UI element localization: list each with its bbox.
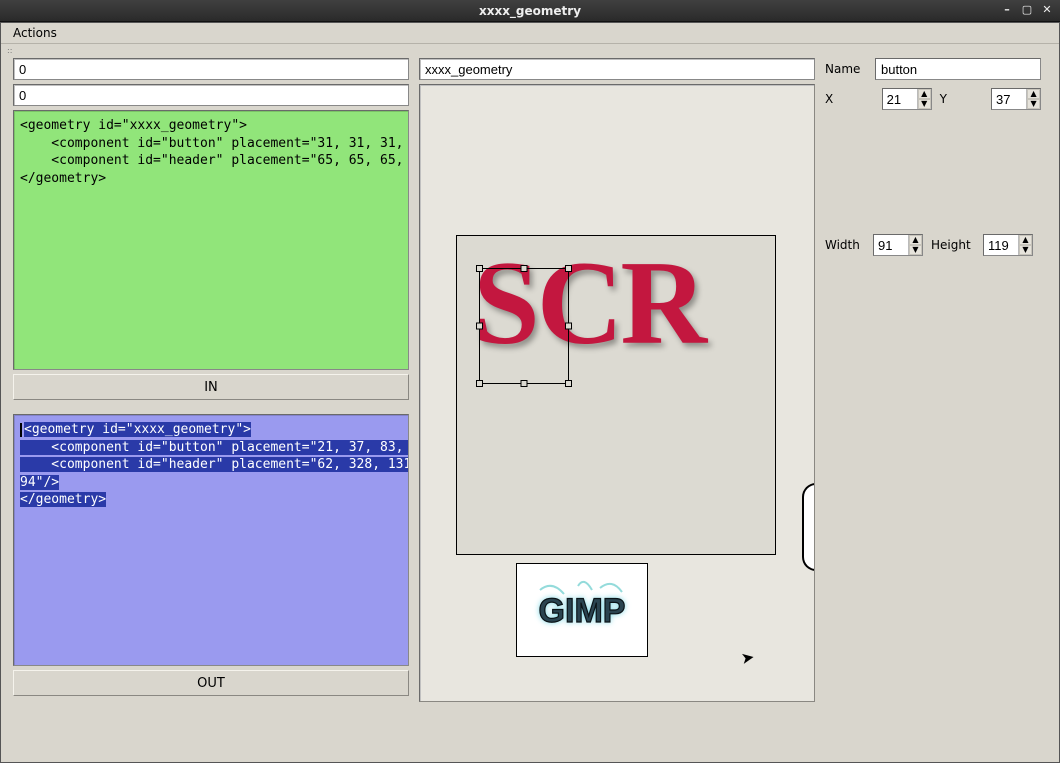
window-maximize-button[interactable]: ▢ bbox=[1020, 2, 1034, 16]
menu-actions[interactable]: Actions bbox=[7, 24, 63, 42]
resize-handle-sw[interactable] bbox=[476, 380, 483, 387]
xml-input-area[interactable]: <geometry id="xxxx_geometry"> <component… bbox=[13, 110, 409, 370]
resize-handle-ne[interactable] bbox=[565, 265, 572, 272]
name-label: Name bbox=[825, 62, 867, 76]
menubar: Actions bbox=[1, 23, 1059, 44]
toolbar-grip[interactable]: :: bbox=[1, 44, 1059, 52]
width-step-down[interactable]: ▼ bbox=[909, 245, 922, 255]
height-step-down[interactable]: ▼ bbox=[1019, 245, 1032, 255]
y-step-down[interactable]: ▼ bbox=[1027, 99, 1040, 109]
x-input[interactable] bbox=[883, 90, 917, 108]
window-minimize-button[interactable]: – bbox=[1000, 2, 1014, 16]
x-spinbox[interactable]: ▲▼ bbox=[882, 88, 932, 110]
resize-handle-nw[interactable] bbox=[476, 265, 483, 272]
height-spinbox[interactable]: ▲▼ bbox=[983, 234, 1033, 256]
resize-handle-n[interactable] bbox=[521, 265, 528, 272]
left-number-input-1[interactable] bbox=[13, 58, 409, 80]
x-step-up[interactable]: ▲ bbox=[918, 89, 931, 99]
overflow-shape bbox=[802, 483, 815, 571]
resize-handle-e[interactable] bbox=[565, 323, 572, 330]
out-button[interactable]: OUT bbox=[13, 670, 409, 696]
x-step-down[interactable]: ▼ bbox=[918, 99, 931, 109]
xml-output-area[interactable]: <geometry id="xxxx_geometry"> <component… bbox=[13, 414, 409, 666]
preview-canvas[interactable]: SCR GIMP bbox=[419, 84, 815, 702]
height-label: Height bbox=[931, 238, 975, 252]
resize-handle-s[interactable] bbox=[521, 380, 528, 387]
cursor-icon: ➤ bbox=[739, 647, 756, 668]
in-button[interactable]: IN bbox=[13, 374, 409, 400]
selection-rectangle[interactable] bbox=[479, 268, 569, 384]
image-thumbnail[interactable]: GIMP bbox=[516, 563, 648, 657]
svg-text:GIMP: GIMP bbox=[539, 592, 626, 630]
height-step-up[interactable]: ▲ bbox=[1019, 235, 1032, 245]
y-step-up[interactable]: ▲ bbox=[1027, 89, 1040, 99]
layout-bounds[interactable]: SCR bbox=[456, 235, 776, 555]
width-label: Width bbox=[825, 238, 865, 252]
window-titlebar: xxxx_geometry – ▢ ✕ bbox=[0, 0, 1060, 22]
y-spinbox[interactable]: ▲▼ bbox=[991, 88, 1041, 110]
x-label: X bbox=[825, 92, 836, 106]
width-input[interactable] bbox=[874, 236, 908, 254]
height-input[interactable] bbox=[984, 236, 1018, 254]
width-step-up[interactable]: ▲ bbox=[909, 235, 922, 245]
resize-handle-w[interactable] bbox=[476, 323, 483, 330]
window-close-button[interactable]: ✕ bbox=[1040, 2, 1054, 16]
window-title: xxxx_geometry bbox=[479, 4, 581, 18]
y-label: Y bbox=[940, 92, 949, 106]
y-input[interactable] bbox=[992, 90, 1026, 108]
resize-handle-se[interactable] bbox=[565, 380, 572, 387]
width-spinbox[interactable]: ▲▼ bbox=[873, 234, 923, 256]
name-input[interactable] bbox=[875, 58, 1041, 80]
left-number-input-2[interactable] bbox=[13, 84, 409, 106]
filename-input[interactable] bbox=[419, 58, 815, 80]
